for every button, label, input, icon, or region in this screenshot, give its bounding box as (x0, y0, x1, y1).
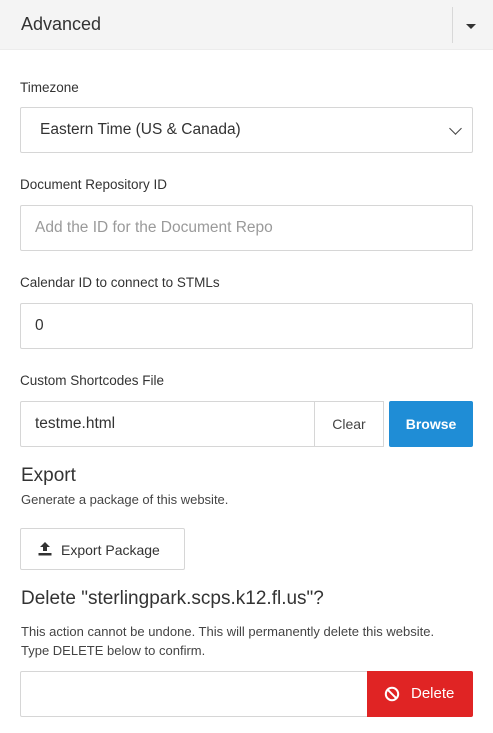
chevron-down-icon (449, 122, 462, 135)
timezone-label: Timezone (20, 80, 79, 95)
section-title: Advanced (21, 14, 102, 34)
timezone-selected-value: Eastern Time (US & Canada) (40, 121, 241, 138)
shortcodes-file-label: Custom Shortcodes File (20, 373, 165, 388)
shortcodes-file-input[interactable]: testme.html (20, 401, 315, 447)
browse-button[interactable]: Browse (389, 401, 473, 447)
collapse-toggle-button[interactable] (452, 7, 486, 43)
advanced-section-header: Advanced (0, 0, 493, 50)
export-description: Generate a package of this website. (21, 492, 229, 507)
export-package-button[interactable]: Export Package (20, 528, 185, 570)
document-repo-label: Document Repository ID (20, 177, 168, 192)
ban-icon (384, 686, 400, 702)
delete-button[interactable]: Delete (367, 671, 473, 717)
caret-down-icon (466, 24, 476, 29)
document-repo-input[interactable] (20, 205, 473, 251)
timezone-select[interactable]: Eastern Time (US & Canada) (20, 107, 473, 153)
export-title: Export (21, 465, 76, 486)
delete-title: Delete "sterlingpark.scps.k12.fl.us"? (21, 588, 324, 609)
calendar-id-input[interactable]: 0 (20, 303, 473, 349)
clear-button[interactable]: Clear (314, 401, 384, 447)
calendar-id-label: Calendar ID to connect to STMLs (20, 275, 220, 290)
delete-confirm-input[interactable] (20, 671, 370, 717)
delete-label: Delete (411, 685, 455, 702)
delete-description: This action cannot be undone. This will … (21, 624, 435, 658)
export-package-label: Export Package (61, 542, 160, 558)
upload-icon (38, 542, 52, 556)
